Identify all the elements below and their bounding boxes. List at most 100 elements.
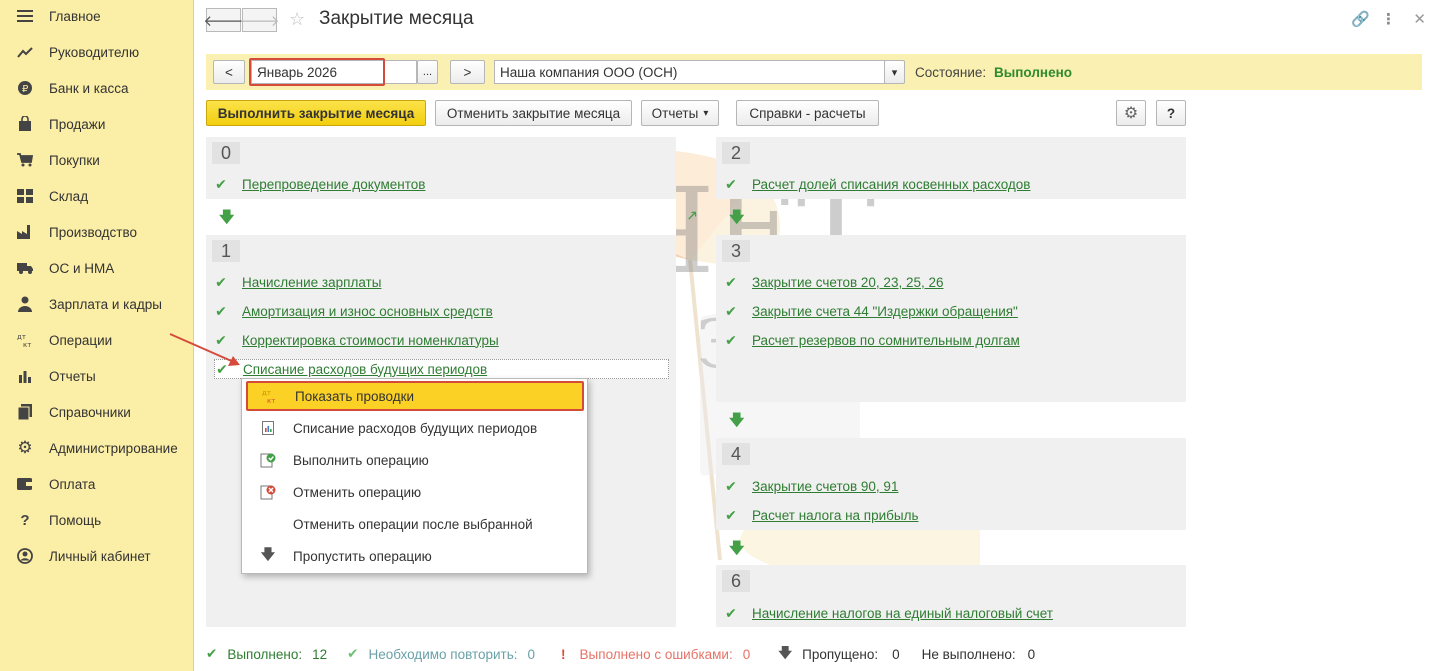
status-errors: ! Выполнено с ошибками: 0 (561, 647, 750, 662)
sidebar-item-warehouse[interactable]: Склад (0, 178, 194, 214)
arrow-down-icon: 🡇 (729, 209, 745, 226)
sidebar-item-help[interactable]: ? Помощь (0, 502, 194, 538)
sidebar-item-label: Производство (49, 224, 138, 240)
status-repeat-count: 0 (527, 646, 536, 662)
check-icon: ✔ (206, 646, 218, 661)
truck-icon (16, 259, 34, 277)
menu-item-document[interactable]: Списание расходов будущих периодов (246, 413, 584, 443)
certificates-button[interactable]: Справки - расчеты (736, 100, 879, 126)
person-icon (16, 295, 34, 313)
run-month-closing-button[interactable]: Выполнить закрытие месяца (206, 100, 426, 126)
cancel-month-closing-button[interactable]: Отменить закрытие месяца (435, 100, 632, 126)
step-row[interactable]: ✔ Начисление зарплаты (214, 272, 381, 292)
sidebar-item-label: Помощь (49, 512, 102, 528)
menu-item-skip-operation[interactable]: 🡇 Пропустить операцию (246, 541, 584, 571)
gear-icon: ⚙ (17, 438, 33, 457)
sidebar-item-bank[interactable]: ₽ Банк и касса (0, 70, 194, 106)
arrow-down-icon: 🡇 (729, 412, 745, 429)
sidebar-item-admin[interactable]: ⚙ Администрирование (0, 430, 194, 466)
step-row[interactable]: ✔ Расчет долей списания косвенных расход… (724, 174, 1030, 194)
form-header: 🡐 🡒 ☆ Закрытие месяца 🔗 ⋮ ✕ (194, 0, 1432, 42)
menu-item-label: Показать проводки (295, 388, 415, 404)
stage-number: 0 (212, 142, 240, 164)
next-period-button[interactable]: > (450, 60, 485, 84)
step-row[interactable]: ✔ Расчет резервов по сомнительным долгам (724, 330, 1020, 350)
stage-number: 1 (212, 240, 240, 262)
sidebar-item-payment[interactable]: Оплата (0, 466, 194, 502)
settings-button[interactable]: ⚙ (1116, 100, 1146, 126)
more-icon[interactable]: ⋮ (1381, 10, 1396, 28)
step-row[interactable]: ✔ Закрытие счетов 20, 23, 25, 26 (724, 272, 944, 292)
organization-field[interactable]: Наша компания ООО (ОСН) (494, 60, 885, 84)
step-link[interactable]: Закрытие счетов 20, 23, 25, 26 (752, 275, 944, 290)
sidebar-item-label: Склад (49, 188, 89, 204)
menu-item-cancel-operation[interactable]: Отменить операцию (246, 477, 584, 507)
step-row[interactable]: ✔ Расчет налога на прибыль (724, 505, 919, 525)
sidebar-item-production[interactable]: Производство (0, 214, 194, 250)
page-title: Закрытие месяца (319, 8, 474, 29)
skip-arrow-icon: 🡇 (778, 644, 793, 660)
svg-text:дт: дт (17, 333, 26, 341)
prev-period-button[interactable]: < (213, 60, 245, 84)
step-link[interactable]: Закрытие счета 44 "Издержки обращения" (752, 304, 1018, 319)
step-link[interactable]: Закрытие счетов 90, 91 (752, 479, 898, 494)
sidebar: Главное Руководителю ₽ Банк и касса Прод… (0, 0, 194, 671)
chevron-down-icon: ▾ (703, 107, 709, 119)
stage-number: 2 (722, 142, 750, 164)
sidebar-item-label: Продажи (49, 116, 106, 132)
svg-text:₽: ₽ (22, 84, 29, 95)
check-icon: ✔ (347, 646, 359, 661)
state-value: Выполнено (994, 65, 1072, 80)
arrow-down-icon: 🡇 (729, 540, 745, 557)
step-link[interactable]: Амортизация и износ основных средств (242, 304, 493, 319)
sidebar-item-fixed-assets[interactable]: ОС и НМА (0, 250, 194, 286)
step-row[interactable]: ✔ Амортизация и износ основных средств (214, 301, 493, 321)
menu-item-cancel-after-selected[interactable]: Отменить операции после выбранной (246, 509, 584, 539)
document-icon (260, 420, 276, 436)
status-not-done: Не выполнено: 0 (922, 647, 1035, 662)
step-link[interactable]: Списание расходов будущих периодов (243, 362, 487, 377)
execute-icon (260, 452, 276, 468)
step-link[interactable]: Начисление зарплаты (242, 275, 381, 290)
step-row-selected[interactable]: ✔ Списание расходов будущих периодов (214, 359, 669, 379)
step-row[interactable]: ✔ Закрытие счетов 90, 91 (724, 476, 898, 496)
factory-icon (16, 223, 34, 241)
sidebar-item-main[interactable]: Главное (0, 0, 194, 34)
step-link[interactable]: Перепроведение документов (242, 177, 425, 192)
step-link[interactable]: Расчет налога на прибыль (752, 508, 919, 523)
step-link[interactable]: Расчет резервов по сомнительным долгам (752, 333, 1020, 348)
step-row[interactable]: ✔ Начисление налогов на единый налоговый… (724, 603, 1053, 623)
reports-menu-button[interactable]: Отчеты ▾ (641, 100, 719, 126)
forward-button[interactable]: 🡒 (239, 8, 280, 32)
step-link[interactable]: Корректировка стоимости номенклатуры (242, 333, 499, 348)
sidebar-item-manager[interactable]: Руководителю (0, 34, 194, 70)
sidebar-item-sales[interactable]: Продажи (0, 106, 194, 142)
back-button[interactable]: 🡐 (203, 8, 244, 32)
organization-dropdown-button[interactable]: ▾ (884, 60, 905, 84)
sidebar-item-reports[interactable]: Отчеты (0, 358, 194, 394)
dt-kt-icon: дт кт (262, 388, 278, 404)
state-label: Состояние: (915, 65, 987, 80)
menu-item-show-postings[interactable]: дт кт Показать проводки (246, 381, 584, 411)
link-icon[interactable]: 🔗 (1351, 10, 1370, 28)
sidebar-item-label: Администрирование (49, 440, 178, 456)
sidebar-item-salary[interactable]: Зарплата и кадры (0, 286, 194, 322)
sidebar-item-catalogs[interactable]: Справочники (0, 394, 194, 430)
star-icon[interactable]: ☆ (289, 9, 305, 30)
menu-item-execute[interactable]: Выполнить операцию (246, 445, 584, 475)
step-row[interactable]: ✔ Закрытие счета 44 "Издержки обращения" (724, 301, 1018, 321)
close-icon[interactable]: ✕ (1413, 10, 1426, 28)
period-choose-button[interactable]: ... (417, 60, 438, 84)
menu-item-label: Выполнить операцию (293, 452, 429, 468)
step-row[interactable]: ✔ Корректировка стоимости номенклатуры (214, 330, 499, 350)
sidebar-item-label: ОС и НМА (49, 260, 115, 276)
help-button[interactable]: ? (1156, 100, 1186, 126)
step-link[interactable]: Начисление налогов на единый налоговый с… (752, 606, 1053, 621)
step-link[interactable]: Расчет долей списания косвенных расходов (752, 177, 1030, 192)
stage-0-gap (206, 199, 676, 235)
step-row[interactable]: ✔ Перепроведение документов (214, 174, 425, 194)
sidebar-item-account[interactable]: Личный кабинет (0, 538, 194, 574)
check-icon: ✔ (725, 604, 737, 621)
sidebar-item-purchases[interactable]: Покупки (0, 142, 194, 178)
sidebar-item-operations[interactable]: дт кт Операции (0, 322, 194, 358)
